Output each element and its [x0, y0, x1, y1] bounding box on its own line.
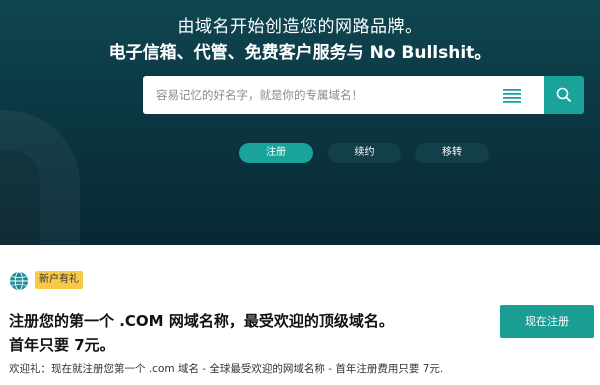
hero-subheadline: 电子信箱、代管、免费客户服务与 No Bullshit。 — [108, 43, 492, 63]
promo-title-line2: 首年只要 7元。 — [9, 336, 115, 354]
search-box — [143, 76, 544, 114]
tab-register[interactable]: 注册 — [239, 143, 313, 163]
promo-description: 欢迎礼：现在就注册您第一个 .com 域名 - 全球最受欢迎的网域名称 - 首年… — [9, 363, 444, 375]
domain-search-input[interactable] — [143, 76, 483, 114]
list-icon[interactable] — [503, 88, 523, 103]
promo-title-line1: 注册您的第一个 .COM 网域名称，最受欢迎的顶级域名。 — [9, 312, 394, 330]
search-icon — [544, 87, 584, 118]
hero-decoration-shadow — [0, 150, 40, 245]
search-button[interactable] — [544, 76, 584, 114]
hero-headline: 由域名开始创造您的网路品牌。 — [177, 17, 423, 37]
tab-renew[interactable]: 续约 — [328, 143, 401, 163]
register-now-button[interactable]: 现在注册 — [500, 305, 594, 338]
tab-transfer[interactable]: 移转 — [415, 143, 489, 163]
hero-section: 由域名开始创造您的网路品牌。 电子信箱、代管、免费客户服务与 No Bullsh… — [0, 0, 600, 245]
globe-icon — [9, 271, 29, 291]
promo-title: 注册您的第一个 .COM 网域名称，最受欢迎的顶级域名。 首年只要 7元。 — [9, 309, 479, 357]
new-user-badge: 新户有礼 — [35, 271, 83, 289]
